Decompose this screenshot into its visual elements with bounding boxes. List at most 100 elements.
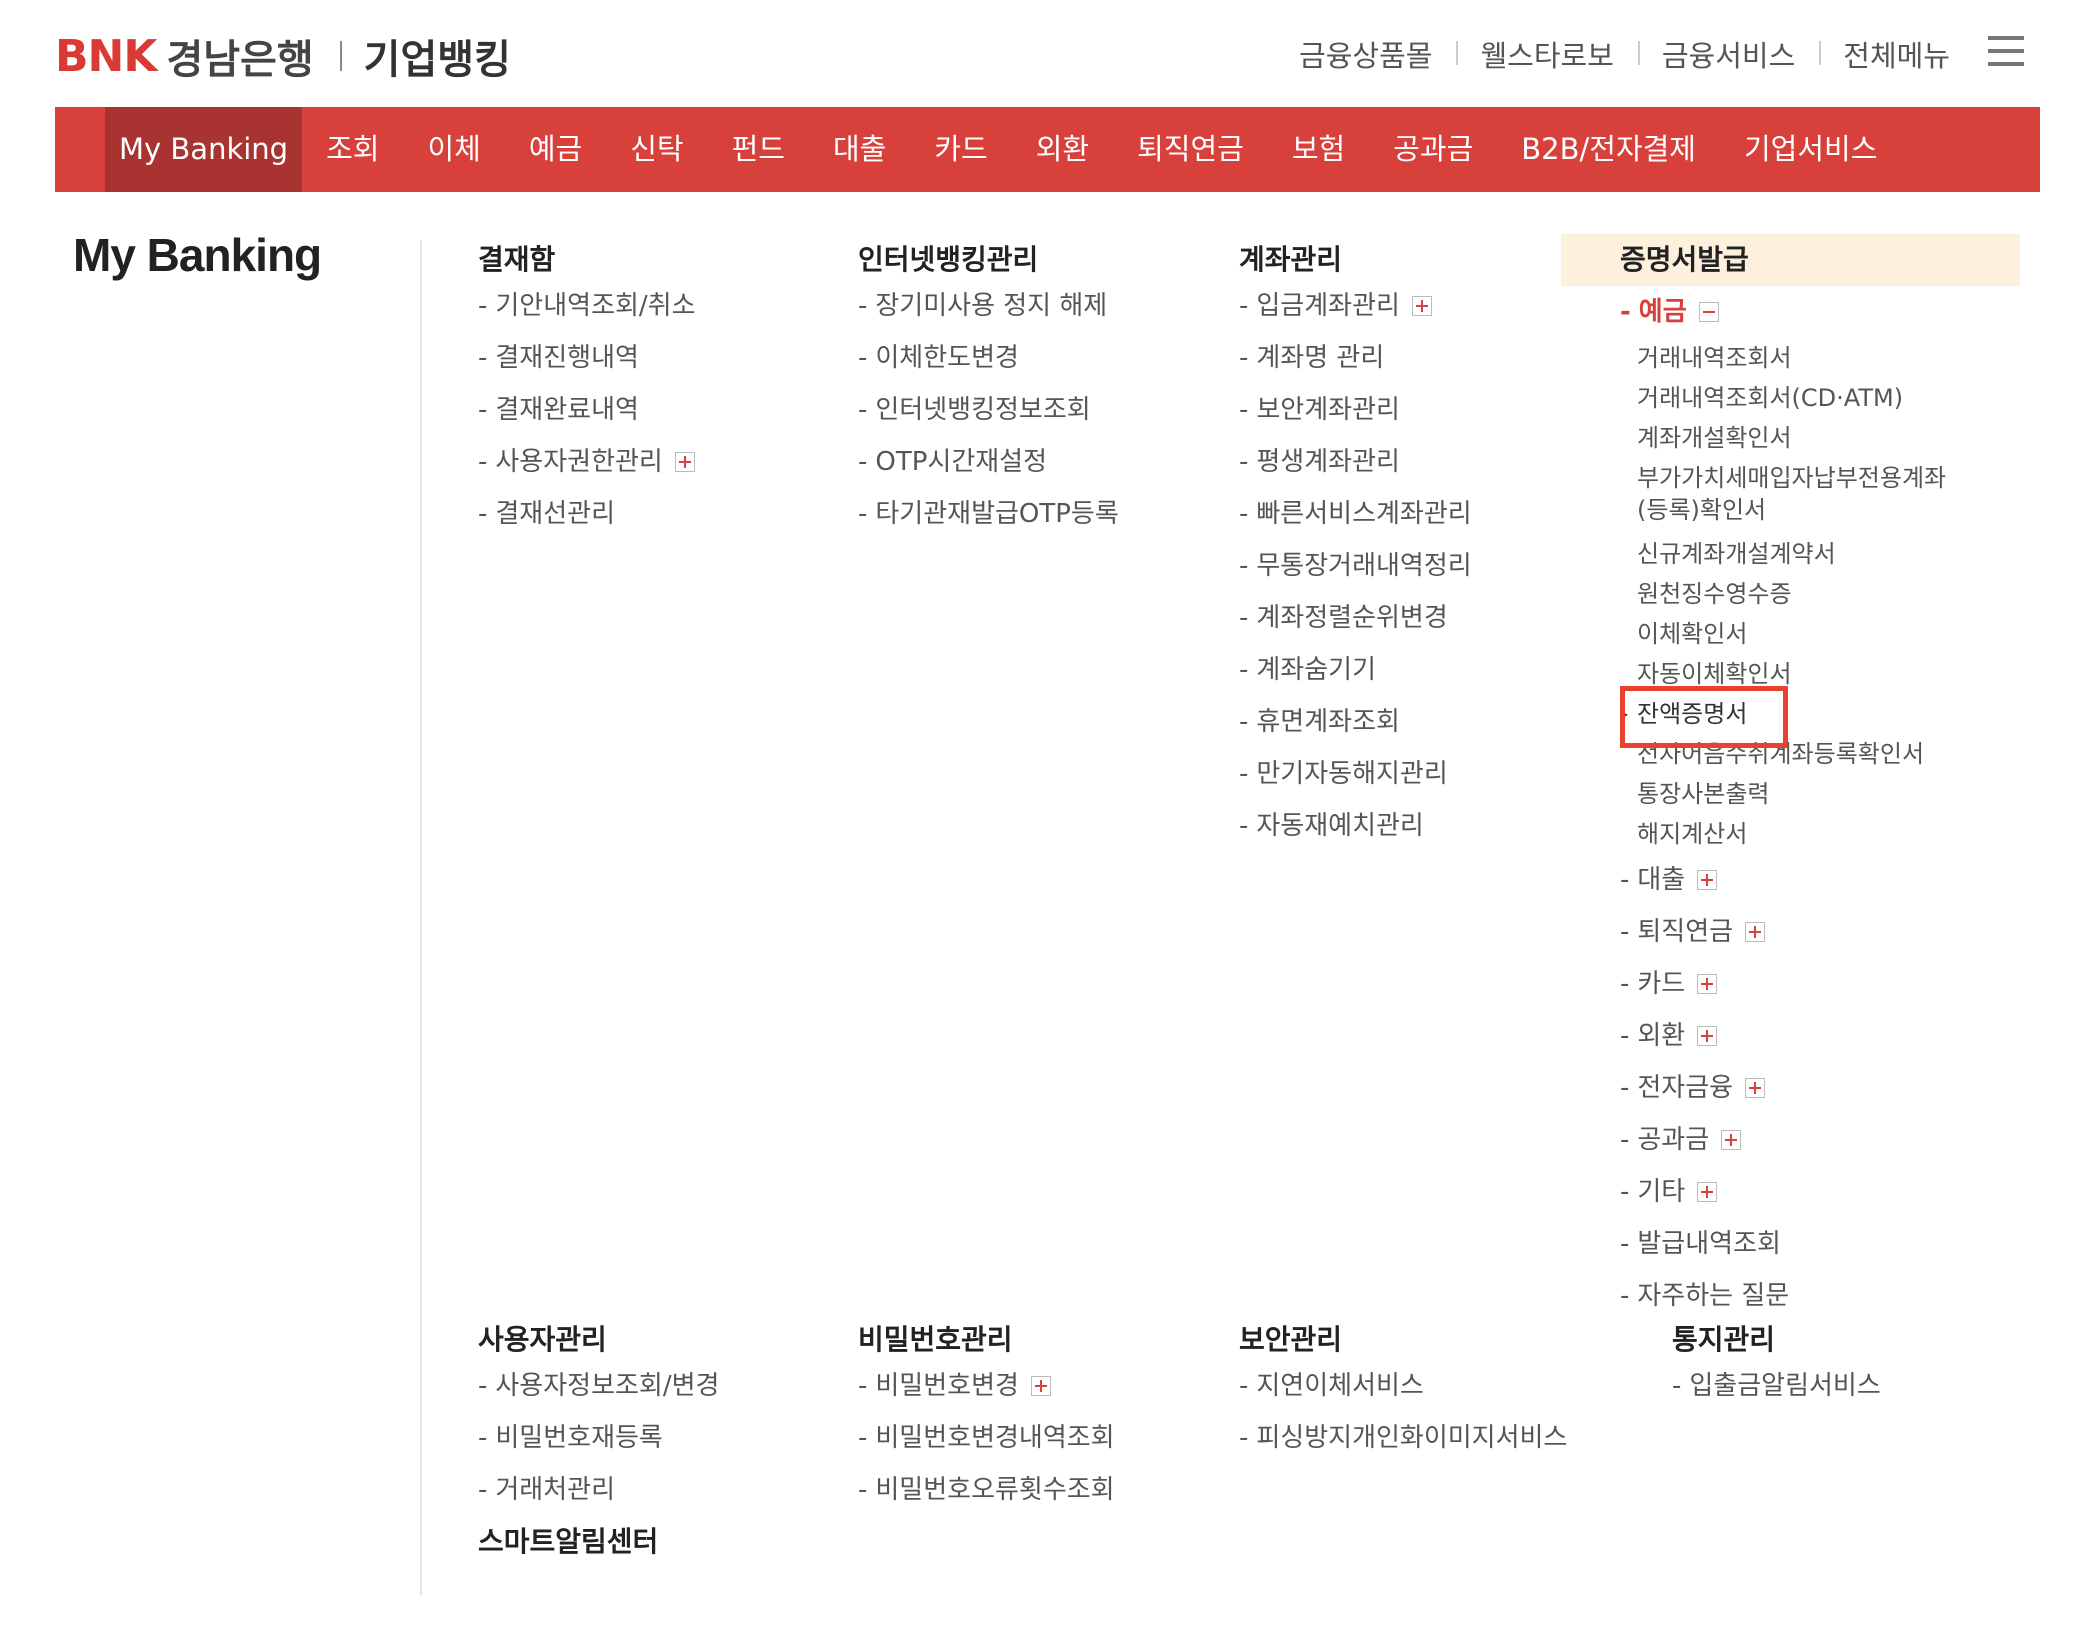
nav-deposit[interactable]: 예금: [505, 107, 606, 192]
sub-item[interactable]: 통장사본출력: [1620, 774, 2020, 814]
util-link-product-mall[interactable]: 금융상품몰: [1275, 33, 1456, 75]
expand-plus-icon[interactable]: [1745, 1078, 1766, 1098]
menu-item[interactable]: - 거래처관리: [478, 1464, 719, 1516]
sub-item[interactable]: 거래내역조회서: [1620, 338, 2020, 378]
expand-plus-icon[interactable]: [674, 452, 695, 472]
menu-item[interactable]: - 기타: [1620, 1166, 2020, 1218]
sub-item[interactable]: 자동이체확인서: [1620, 654, 2020, 694]
menu-item[interactable]: - 장기미사용 정지 해제: [858, 280, 1119, 332]
menu-item[interactable]: - 자동재예치관리: [1239, 800, 1472, 852]
group-title[interactable]: 인터넷뱅킹관리: [858, 240, 1119, 280]
nav-b2b[interactable]: B2B/전자결제: [1497, 107, 1720, 192]
menu-item[interactable]: - 계좌숨기기: [1239, 644, 1472, 696]
logo-bank-name: 경남은행: [166, 37, 314, 83]
menu-item[interactable]: - OTP시간재설정: [858, 436, 1119, 488]
group-title[interactable]: 보안관리: [1239, 1320, 1567, 1360]
menu-item[interactable]: - 결재선관리: [478, 488, 696, 540]
menu-item[interactable]: - 비밀번호변경내역조회: [858, 1412, 1115, 1464]
expand-plus-icon[interactable]: [1411, 296, 1432, 316]
main-nav: My Banking 조회 이체 예금 신탁 펀드 대출 카드 외환 퇴직연금 …: [55, 107, 2040, 192]
nav-card[interactable]: 카드: [910, 107, 1011, 192]
hamburger-icon[interactable]: [1988, 36, 2024, 68]
menu-item[interactable]: - 발급내역조회: [1620, 1218, 2020, 1270]
sub-item[interactable]: 거래내역조회서(CD·ATM): [1620, 378, 2020, 418]
sub-item[interactable]: 해지계산서: [1620, 814, 2020, 854]
menu-item[interactable]: - 기안내역조회/취소: [478, 280, 696, 332]
nav-inquiry[interactable]: 조회: [302, 107, 403, 192]
menu-group-notification: 통지관리 - 입출금알림서비스: [1672, 1320, 1881, 1412]
sub-item[interactable]: 계좌개설확인서: [1620, 418, 2020, 458]
nav-insurance[interactable]: 보험: [1268, 107, 1369, 192]
util-link-wealth-robo[interactable]: 웰스타로보: [1456, 33, 1637, 75]
expand-plus-icon[interactable]: [1721, 1130, 1742, 1150]
nav-my-banking[interactable]: My Banking: [105, 107, 303, 192]
sub-item[interactable]: 전자어음수취계좌등록확인서: [1620, 734, 2020, 774]
nav-pension[interactable]: 퇴직연금: [1113, 107, 1268, 192]
expand-plus-icon[interactable]: [1697, 974, 1718, 994]
nav-loan[interactable]: 대출: [809, 107, 910, 192]
menu-item[interactable]: - 사용자권한관리: [478, 436, 696, 488]
sub-item[interactable]: 원천징수영수증: [1620, 574, 2020, 614]
collapse-minus-icon[interactable]: [1698, 302, 1719, 322]
menu-item[interactable]: - 사용자정보조회/변경: [478, 1360, 719, 1412]
menu-group-security: 보안관리 - 지연이체서비스 - 피싱방지개인화이미지서비스: [1239, 1320, 1567, 1464]
util-link-finance-service[interactable]: 금융서비스: [1637, 33, 1819, 75]
menu-item[interactable]: - 지연이체서비스: [1239, 1360, 1567, 1412]
menu-item[interactable]: - 카드: [1620, 958, 2020, 1010]
menu-item[interactable]: - 대출: [1620, 854, 2020, 906]
menu-item[interactable]: - 입금계좌관리: [1239, 280, 1472, 332]
expand-plus-icon[interactable]: [1745, 922, 1766, 942]
menu-item[interactable]: - 결재완료내역: [478, 384, 696, 436]
menu-group-certificate: 증명서발급 - 예금 거래내역조회서 거래내역조회서(CD·ATM) 계좌개설확인…: [1561, 234, 2020, 1322]
nav-fund[interactable]: 펀드: [708, 107, 809, 192]
menu-item[interactable]: - 자주하는 질문: [1620, 1270, 2020, 1322]
menu-item[interactable]: - 외환: [1620, 1010, 2020, 1062]
menu-item[interactable]: - 인터넷뱅킹정보조회: [858, 384, 1119, 436]
nav-corporate-service[interactable]: 기업서비스: [1720, 107, 1901, 192]
sub-item-balance-certificate[interactable]: 잔액증명서: [1620, 694, 2020, 734]
group-title[interactable]: 계좌관리: [1239, 240, 1472, 280]
menu-item[interactable]: - 비밀번호재등록: [478, 1412, 719, 1464]
menu-item[interactable]: - 입출금알림서비스: [1672, 1360, 1881, 1412]
menu-item[interactable]: - 휴면계좌조회: [1239, 696, 1472, 748]
expand-plus-icon[interactable]: [1697, 870, 1718, 890]
page-title: My Banking: [73, 229, 322, 281]
menu-item[interactable]: - 만기자동해지관리: [1239, 748, 1472, 800]
bank-logo[interactable]: BNK 경남은행 기업뱅킹: [55, 30, 511, 84]
expand-plus-icon[interactable]: [1697, 1026, 1718, 1046]
group-title[interactable]: 결재함: [478, 240, 696, 280]
menu-item[interactable]: - 보안계좌관리: [1239, 384, 1472, 436]
menu-item[interactable]: - 타기관재발급OTP등록: [858, 488, 1119, 540]
menu-item[interactable]: - 공과금: [1620, 1114, 2020, 1166]
group-title[interactable]: 증명서발급: [1561, 234, 2020, 286]
group-title-smart-alert[interactable]: 스마트알림센터: [478, 1522, 719, 1562]
menu-item[interactable]: - 비밀번호오류횟수조회: [858, 1464, 1115, 1516]
nav-forex[interactable]: 외환: [1012, 107, 1113, 192]
menu-item[interactable]: - 평생계좌관리: [1239, 436, 1472, 488]
expand-plus-icon[interactable]: [1030, 1376, 1051, 1396]
menu-item[interactable]: - 피싱방지개인화이미지서비스: [1239, 1412, 1567, 1464]
menu-item[interactable]: - 무통장거래내역정리: [1239, 540, 1472, 592]
nav-utility-bill[interactable]: 공과금: [1369, 107, 1497, 192]
sub-item[interactable]: 부가가치세매입자납부전용계좌(등록)확인서: [1620, 458, 1957, 534]
group-title[interactable]: 비밀번호관리: [858, 1320, 1115, 1360]
menu-item[interactable]: - 계좌정렬순위변경: [1239, 592, 1472, 644]
menu-item[interactable]: - 결재진행내역: [478, 332, 696, 384]
sub-item[interactable]: 신규계좌개설계약서: [1620, 534, 2020, 574]
menu-item[interactable]: - 빠른서비스계좌관리: [1239, 488, 1472, 540]
menu-item[interactable]: - 퇴직연금: [1620, 906, 2020, 958]
group-title[interactable]: 사용자관리: [478, 1320, 719, 1360]
nav-transfer[interactable]: 이체: [403, 107, 504, 192]
menu-group-approval: 결재함 - 기안내역조회/취소 - 결재진행내역 - 결재완료내역 - 사용자권한관리 …: [478, 240, 696, 540]
util-link-all-menu[interactable]: 전체메뉴: [1819, 33, 1974, 75]
logo-mark: BNK: [55, 30, 157, 82]
expand-plus-icon[interactable]: [1697, 1182, 1718, 1202]
menu-item[interactable]: - 이체한도변경: [858, 332, 1119, 384]
sub-item[interactable]: 이체확인서: [1620, 614, 2020, 654]
group-title[interactable]: 통지관리: [1672, 1320, 1881, 1360]
menu-item[interactable]: - 계좌명 관리: [1239, 332, 1472, 384]
menu-item-deposit-open[interactable]: - 예금: [1620, 286, 2020, 338]
menu-item[interactable]: - 전자금융: [1620, 1062, 2020, 1114]
menu-item[interactable]: - 비밀번호변경: [858, 1360, 1115, 1412]
nav-trust[interactable]: 신탁: [606, 107, 707, 192]
